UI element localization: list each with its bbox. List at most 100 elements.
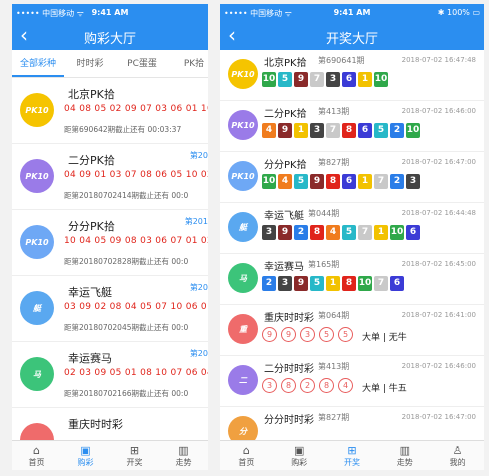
tab-results[interactable]: ⊞ 开奖 [110,441,159,470]
status-bar: ••••• 中国移动 ᯤ 9:41 AM [12,4,208,22]
issue-link[interactable]: 第20 [190,348,208,359]
number-ball: 2 [262,276,276,291]
result-row[interactable]: 重重庆时时彩 第064期 2018-07-02 16:41:00 9 9 3 5 5 大单 | … [220,305,484,356]
game-logo-icon: PK10 [228,59,258,89]
last-draw-numbers: 10 04 05 09 08 03 06 07 01 02 [64,236,208,246]
cart-icon: ▣ [293,444,305,457]
game-logo-icon: 艇 [20,291,54,325]
result-row[interactable]: 艇幸运飞艇 第044期 2018-07-02 16:44:48 3 9 2 8 4 5 7 1 10 6 [220,203,484,254]
tab-home[interactable]: ⌂ 首页 [12,441,61,470]
countdown-text: 距第20180702828期截止还有 00:0 [64,256,188,267]
lottery-list-item[interactable]: PK10 二分PK拾 04 09 01 03 07 08 06 05 10 02 距第… [12,144,208,210]
result-row[interactable]: 二二分时时彩 第413期 2018-07-02 16:46:00 3 8 2 8 4 大单 | … [220,356,484,407]
draw-balls: 10 4 5 9 8 6 1 7 2 3 [262,174,420,189]
number-ball: 3 [300,327,315,342]
number-ball: 3 [278,276,292,291]
issue-number: 第165期 [308,260,340,269]
issue-number: 第690641期 [318,56,365,65]
number-ball: 9 [281,327,296,342]
lottery-list-item[interactable]: PK10 北京PK拾 04 08 05 02 09 07 03 06 01 10 距第… [12,78,208,144]
game-name: 重庆时时彩 [264,313,314,324]
lottery-list-item[interactable]: PK10 分分PK拾 10 04 05 09 08 03 06 07 01 02 距第… [12,210,208,276]
battery-indicator: ✱ 100% ▭ [437,8,480,17]
number-ball: 1 [326,276,340,291]
number-ball: 2 [390,174,404,189]
draw-time: 2018-07-02 16:45:00 [401,260,476,268]
draw-time: 2018-07-02 16:47:48 [401,56,476,64]
number-ball: 1 [358,174,372,189]
issue-link[interactable]: 第20 [190,150,208,161]
results-list: PK10 北京PK拾 第690641期 2018-07-02 16:47:48 10 5 9… [220,50,484,440]
bottom-tab-bar: ⌂ 首页 ▣ 购彩 ⊞ 开奖 ▥ 走势 ♙ 我的 [220,440,484,470]
game-name: 二分时时彩 [264,364,314,375]
tab-ssc[interactable]: 时时彩 [64,50,116,77]
number-ball: 9 [262,327,277,342]
game-logo-icon: PK10 [228,110,258,140]
lottery-list: PK10 北京PK拾 04 08 05 02 09 07 03 06 01 10 距第… [12,78,208,440]
draw-balls: 99355 [262,327,355,342]
number-ball: 9 [294,276,308,291]
game-name: 北京PK拾 [264,58,307,69]
result-row[interactable]: PK10 分分PK拾 第827期 2018-07-02 16:47:00 10 4 5 9 8 6… [220,152,484,203]
number-ball: 5 [278,72,292,87]
tab-home[interactable]: ⌂ 首页 [220,441,273,470]
number-ball: 6 [390,276,404,291]
tab-label: 购彩 [291,458,308,467]
tab-trend[interactable]: ▥ 走势 [159,441,208,470]
tab-label: 购彩 [77,458,94,467]
draw-time: 2018-07-02 16:46:00 [401,362,476,370]
number-ball: 6 [358,123,372,138]
game-name: 北京PK拾 [68,88,115,101]
issue-number: 第827期 [318,158,350,167]
last-draw-numbers: 04 09 01 03 07 08 06 05 10 02 [64,170,208,180]
tab-label: 开奖 [343,458,360,467]
game-name: 幸运赛马 [68,352,112,365]
number-ball: 5 [338,327,353,342]
issue-number: 第413期 [318,362,350,371]
number-ball: 5 [319,327,334,342]
result-row[interactable]: PK10 二分PK拾 第413期 2018-07-02 16:46:00 4 9 1 3 7 8 6… [220,101,484,152]
bottom-tab-bar: ⌂ 首页 ▣ 购彩 ⊞ 开奖 ▥ 走势 [12,440,208,470]
tab-results[interactable]: ⊞ 开奖 [326,441,379,470]
issue-link[interactable]: 第20 [190,282,208,293]
lottery-list-item[interactable]: 艇 幸运飞艇 03 09 02 08 04 05 07 10 06 01 距第2018… [12,276,208,342]
gift-icon: ⊞ [347,444,357,457]
category-tabs: 全部彩种 时时彩 PC蛋蛋 PK拾 [12,50,208,78]
number-ball: 10 [358,276,372,291]
result-row[interactable]: 分分分时时彩 第827期 2018-07-02 16:47:00 [220,407,484,440]
tab-pk10[interactable]: PK拾 [168,50,208,77]
lottery-list-item[interactable]: 重庆时时彩 [12,408,208,440]
result-row[interactable]: PK10 北京PK拾 第690641期 2018-07-02 16:47:48 10 5 9… [220,50,484,101]
number-ball: 1 [294,123,308,138]
number-ball: 3 [310,123,324,138]
number-ball: 10 [406,123,420,138]
issue-link[interactable]: 第201 [185,216,208,227]
lottery-list-item[interactable]: 马 幸运赛马 02 03 09 05 01 08 10 07 06 04 距第2018… [12,342,208,408]
result-row[interactable]: 马幸运赛马 第165期 2018-07-02 16:45:00 2 3 9 5 1 8 10 7 6 [220,254,484,305]
number-ball: 5 [294,174,308,189]
tab-all[interactable]: 全部彩种 [12,50,64,77]
tab-label: 走势 [175,458,192,467]
gift-icon: ⊞ [129,444,140,457]
last-draw-numbers: 04 08 05 02 09 07 03 06 01 10 [64,104,208,114]
number-ball: 2 [294,225,308,240]
game-name: 二分PK拾 [264,109,307,120]
home-icon: ⌂ [33,444,40,457]
number-ball: 4 [338,378,353,393]
number-ball: 8 [326,174,340,189]
countdown-timer: 00:03:37 [147,125,182,134]
tab-label: 首页 [238,458,255,467]
number-ball: 9 [294,72,308,87]
tab-buy[interactable]: ▣ 购彩 [61,441,110,470]
lottery-hall-screen: ••••• 中国移动 ᯤ 9:41 AM ‹ 购彩大厅 全部彩种 时时彩 PC蛋… [12,4,208,470]
tab-trend[interactable]: ▥ 走势 [378,441,431,470]
home-icon: ⌂ [242,444,250,457]
last-draw-numbers: 03 09 02 08 04 05 07 10 06 01 [64,302,208,312]
tab-pc-egg[interactable]: PC蛋蛋 [116,50,168,77]
countdown-timer: 00:0 [171,257,189,266]
game-name: 重庆时时彩 [68,418,123,431]
tab-me[interactable]: ♙ 我的 [431,441,484,470]
number-ball: 3 [326,72,340,87]
tab-buy[interactable]: ▣ 购彩 [273,441,326,470]
chart-icon: ▥ [399,444,410,457]
